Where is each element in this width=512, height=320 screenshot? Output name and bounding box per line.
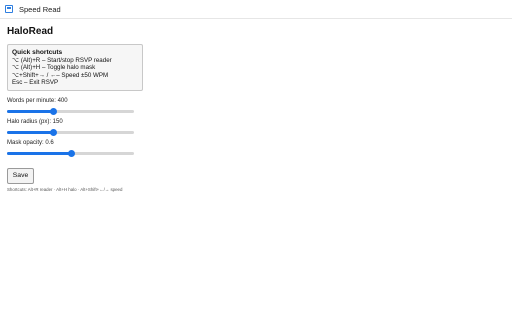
halo-radius-label: Halo radius (px): 150: [7, 118, 63, 125]
shortcuts-title: Quick shortcuts: [12, 49, 63, 56]
shortcut-line: ⌥ (Alt)+H – Toggle halo mask: [12, 64, 96, 72]
wpm-setting: Words per minute: 400: [7, 98, 147, 116]
window-title: Speed Read: [19, 4, 61, 14]
save-button[interactable]: Save: [7, 167, 34, 184]
mask-opacity-setting: Mask opacity: 0.6: [7, 140, 147, 158]
halo-radius-slider-fill: [7, 130, 53, 134]
page-title: HaloRead: [7, 26, 54, 37]
halo-radius-setting: Halo radius (px): 150: [7, 119, 147, 137]
wpm-slider-fill: [7, 109, 53, 113]
mask-opacity-slider-thumb[interactable]: [67, 149, 75, 157]
shortcut-line: ⌥+Shift+→ / ←– Speed ±50 WPM: [12, 71, 109, 79]
wpm-slider[interactable]: [7, 106, 134, 116]
settings-page: HaloRead Quick shortcuts ⌥ (Alt)+R – Sta…: [7, 26, 147, 192]
halo-radius-slider[interactable]: [7, 127, 134, 137]
shortcuts-panel: Quick shortcuts ⌥ (Alt)+R – Start/stop R…: [7, 44, 143, 91]
app-window-icon: [5, 5, 13, 13]
mask-opacity-slider[interactable]: [7, 148, 134, 158]
wpm-slider-thumb[interactable]: [49, 107, 57, 115]
wpm-label: Words per minute: 400: [7, 97, 68, 104]
mask-opacity-slider-fill: [7, 151, 71, 155]
halo-radius-slider-thumb[interactable]: [49, 128, 57, 136]
shortcut-line: Esc – Exit RSVP: [12, 79, 59, 87]
mask-opacity-label: Mask opacity: 0.6: [7, 139, 54, 146]
shortcuts-footer-note: Shortcuts: Alt+R reader · Alt+H halo · A…: [7, 186, 123, 192]
title-bar: Speed Read: [0, 0, 512, 19]
shortcut-line: ⌥ (Alt)+R – Start/stop RSVP reader: [12, 56, 112, 64]
